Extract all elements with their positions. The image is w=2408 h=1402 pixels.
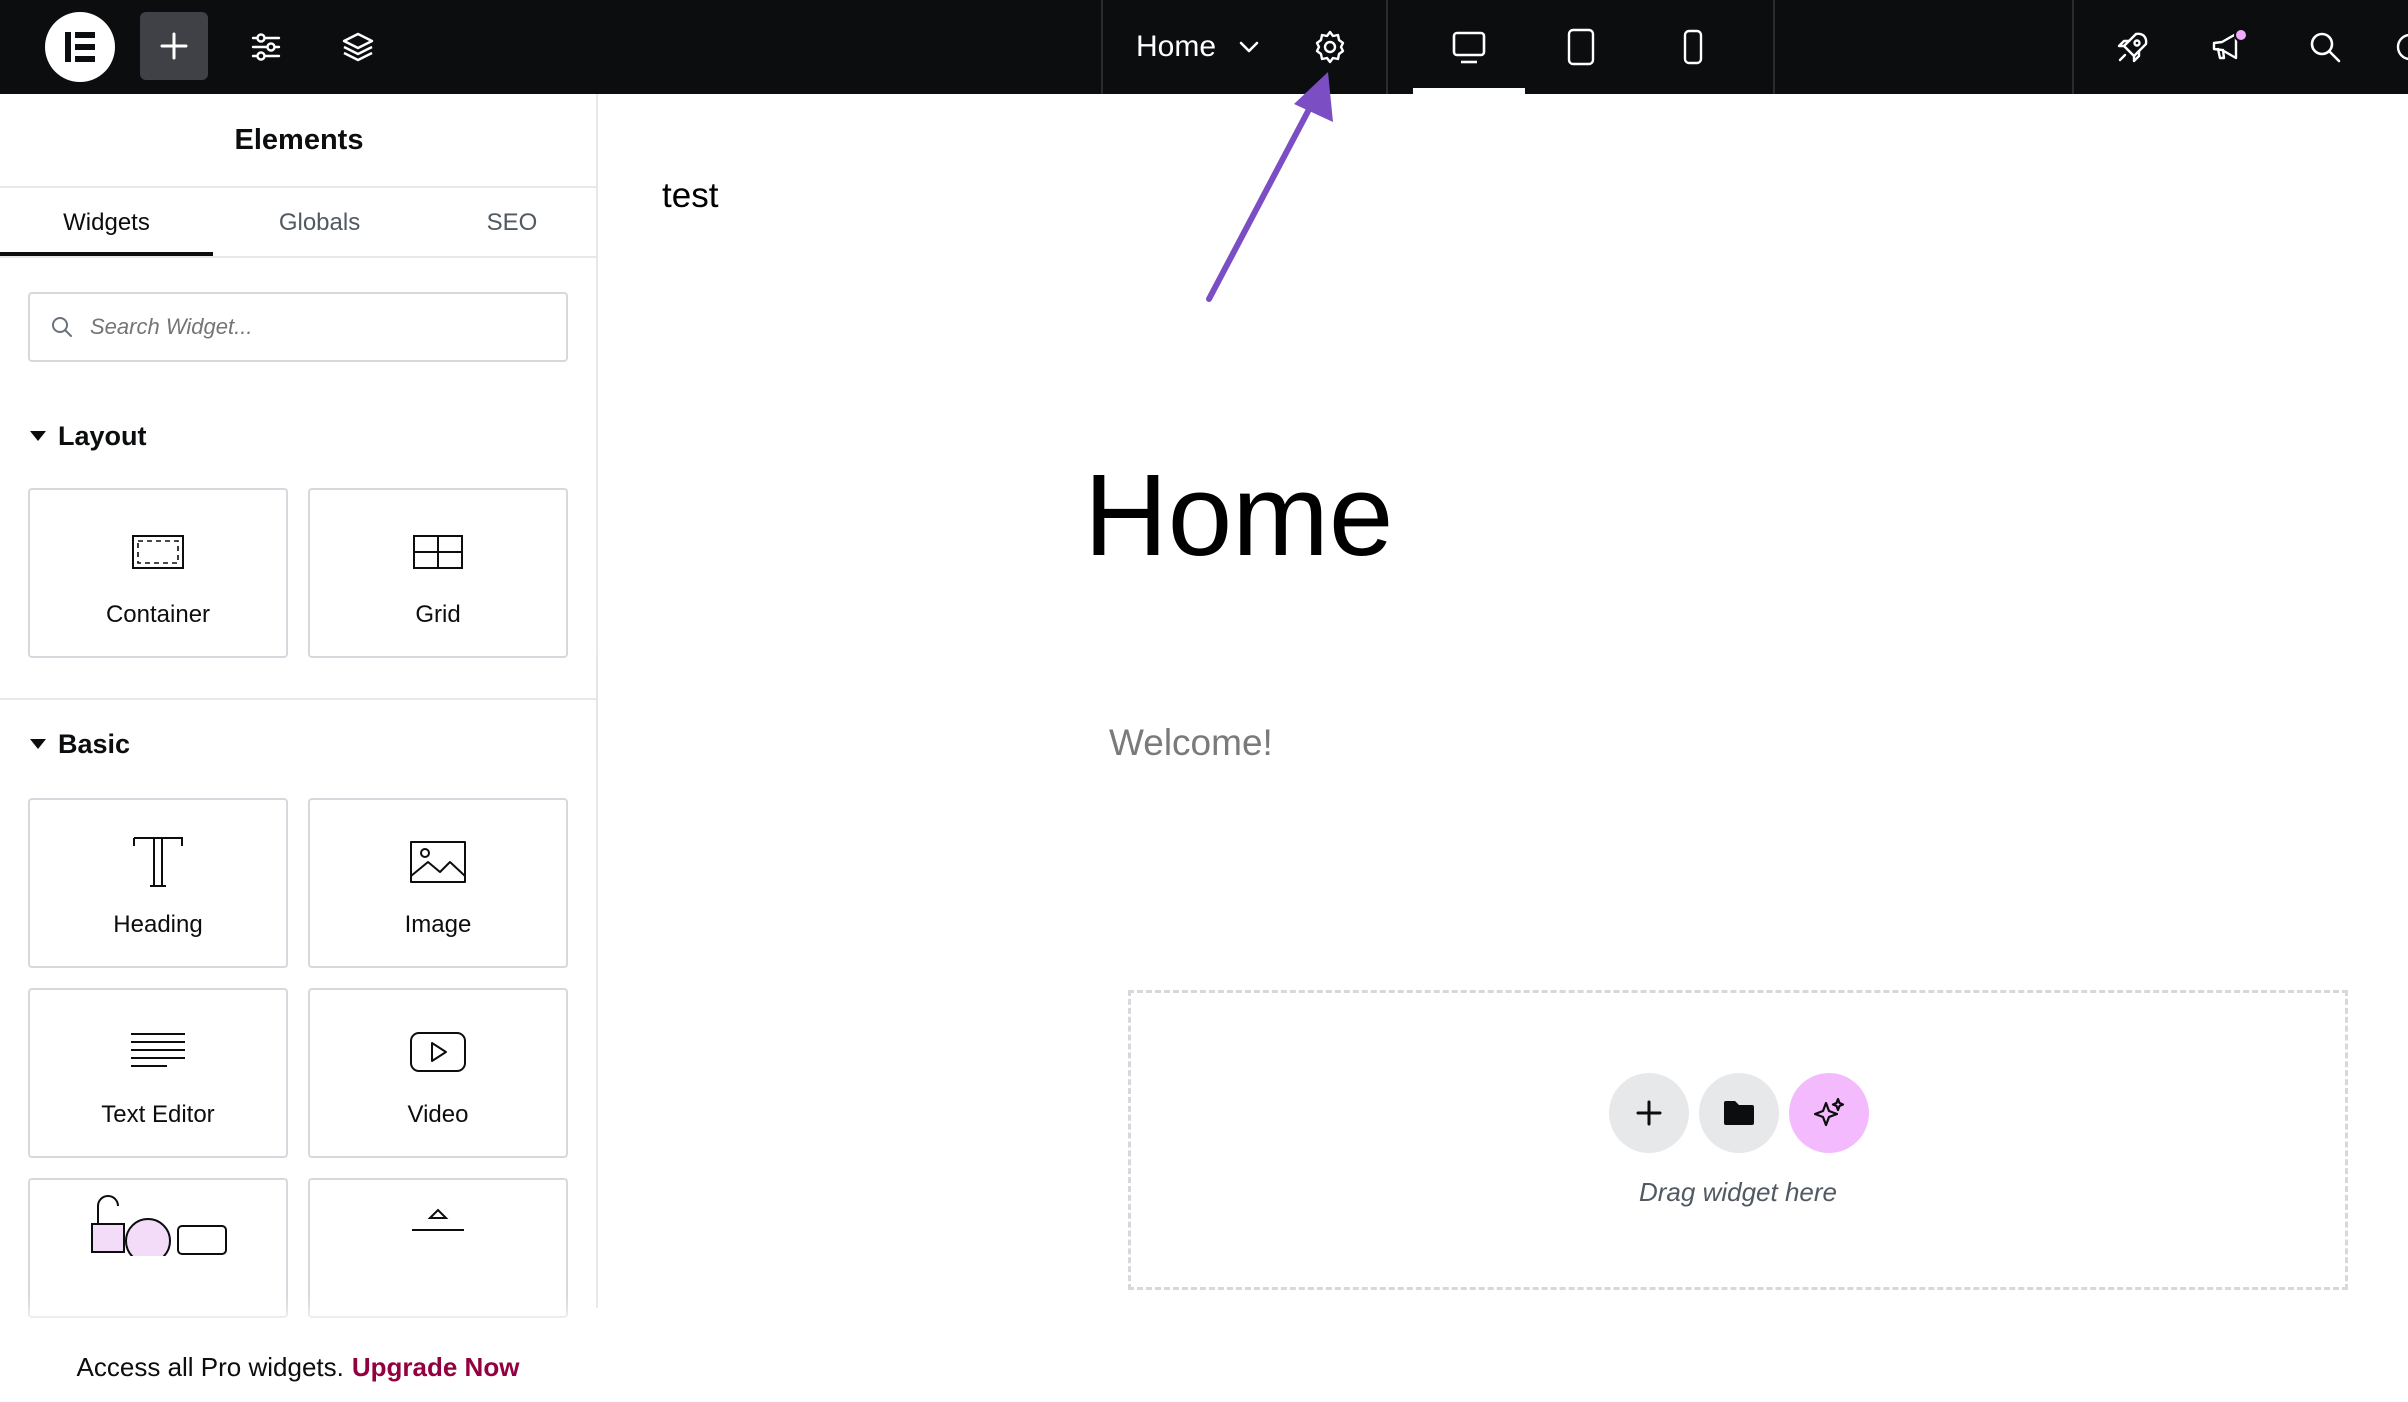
section-title: Layout bbox=[58, 420, 147, 451]
caret-down-icon bbox=[30, 431, 46, 441]
pro-illustration-icon bbox=[91, 1195, 227, 1256]
page-heading[interactable]: Home bbox=[1084, 448, 1393, 582]
widget-label: Video bbox=[407, 1101, 469, 1128]
add-element-button[interactable] bbox=[140, 12, 208, 80]
document-title-dropdown[interactable]: Home bbox=[1136, 0, 1262, 94]
megaphone-icon bbox=[2212, 28, 2248, 60]
widget-label: Text Editor bbox=[101, 1101, 215, 1128]
site-title[interactable]: test bbox=[662, 176, 718, 216]
tablet-view-button[interactable] bbox=[1525, 0, 1637, 94]
caret-down-icon bbox=[30, 739, 46, 749]
structure-button[interactable] bbox=[328, 0, 388, 94]
widget-label: Container bbox=[105, 601, 211, 628]
pro-promo-bar: Access all Pro widgets. Upgrade Now bbox=[0, 1332, 596, 1402]
mobile-icon bbox=[1683, 29, 1703, 65]
search-input[interactable] bbox=[90, 314, 550, 340]
tab-globals[interactable]: Globals bbox=[213, 190, 426, 256]
widget-text-editor[interactable]: Text Editor bbox=[28, 988, 288, 1158]
grid-icon bbox=[410, 517, 466, 587]
finder-button[interactable] bbox=[2297, 0, 2353, 94]
mobile-view-button[interactable] bbox=[1637, 0, 1749, 94]
widget-video[interactable]: Video bbox=[308, 988, 568, 1158]
elementor-logo-icon[interactable] bbox=[45, 12, 115, 82]
video-icon bbox=[408, 1017, 468, 1087]
panel-title: Elements bbox=[0, 94, 598, 188]
chevron-down-icon bbox=[1239, 41, 1259, 53]
document-title: Home bbox=[1136, 30, 1217, 63]
widget-grid[interactable]: Grid bbox=[308, 488, 568, 658]
image-icon bbox=[408, 827, 468, 897]
section-title: Basic bbox=[58, 728, 131, 759]
desktop-icon bbox=[1452, 31, 1486, 64]
elements-panel: Elements Widgets Globals SEO Layout Cont… bbox=[0, 94, 598, 1402]
whats-new-button[interactable] bbox=[2200, 0, 2256, 94]
gear-icon bbox=[1315, 30, 1345, 64]
ai-generate-button[interactable] bbox=[1789, 1073, 1869, 1153]
preview-canvas: test Home Welcome! Drag widget here bbox=[600, 94, 2408, 1308]
upgrade-now-link[interactable]: Upgrade Now bbox=[352, 1352, 520, 1383]
sparkles-icon bbox=[1813, 1097, 1845, 1127]
search-icon bbox=[52, 317, 72, 337]
welcome-text[interactable]: Welcome! bbox=[1109, 722, 1273, 764]
widget-label: Grid bbox=[415, 601, 461, 628]
heading-icon bbox=[130, 827, 186, 897]
drop-zone[interactable]: Drag widget here bbox=[1128, 990, 2348, 1290]
site-settings-button[interactable] bbox=[236, 0, 296, 94]
widget-pro-promo[interactable] bbox=[28, 1178, 288, 1318]
section-layout-toggle[interactable]: Layout bbox=[30, 418, 147, 454]
tablet-icon bbox=[1567, 28, 1595, 66]
folder-icon bbox=[1724, 1101, 1754, 1125]
widget-label: Heading bbox=[113, 911, 203, 938]
top-bar: Home bbox=[0, 0, 2408, 94]
tab-seo[interactable]: SEO bbox=[426, 190, 598, 256]
section-basic-toggle[interactable]: Basic bbox=[30, 726, 130, 762]
notification-dot bbox=[2234, 28, 2248, 42]
publish-checklist-button[interactable] bbox=[2105, 0, 2161, 94]
widget-label: Image bbox=[404, 911, 472, 938]
help-button[interactable] bbox=[2390, 0, 2408, 94]
widget-container[interactable]: Container bbox=[28, 488, 288, 658]
help-icon bbox=[2396, 33, 2408, 61]
add-template-button[interactable] bbox=[1699, 1073, 1779, 1153]
plus-icon bbox=[160, 32, 188, 60]
add-section-button[interactable] bbox=[1609, 1073, 1689, 1153]
widget-image[interactable]: Image bbox=[308, 798, 568, 968]
widget-heading[interactable]: Heading bbox=[28, 798, 288, 968]
divider-icon bbox=[412, 1208, 464, 1231]
plus-icon bbox=[1636, 1100, 1662, 1126]
drop-zone-text: Drag widget here bbox=[1639, 1177, 1837, 1207]
widget-divider[interactable] bbox=[308, 1178, 568, 1318]
page-settings-button[interactable] bbox=[1302, 0, 1358, 94]
sliders-icon bbox=[251, 33, 281, 61]
layers-icon bbox=[342, 32, 374, 62]
promo-text: Access all Pro widgets. bbox=[76, 1351, 344, 1382]
text-editor-icon bbox=[128, 1017, 188, 1087]
rocket-icon bbox=[2117, 32, 2148, 63]
container-icon bbox=[130, 517, 186, 587]
tab-widgets[interactable]: Widgets bbox=[0, 190, 213, 256]
search-icon bbox=[2310, 32, 2341, 63]
widget-search[interactable] bbox=[28, 292, 568, 362]
desktop-view-button[interactable] bbox=[1413, 0, 1525, 94]
